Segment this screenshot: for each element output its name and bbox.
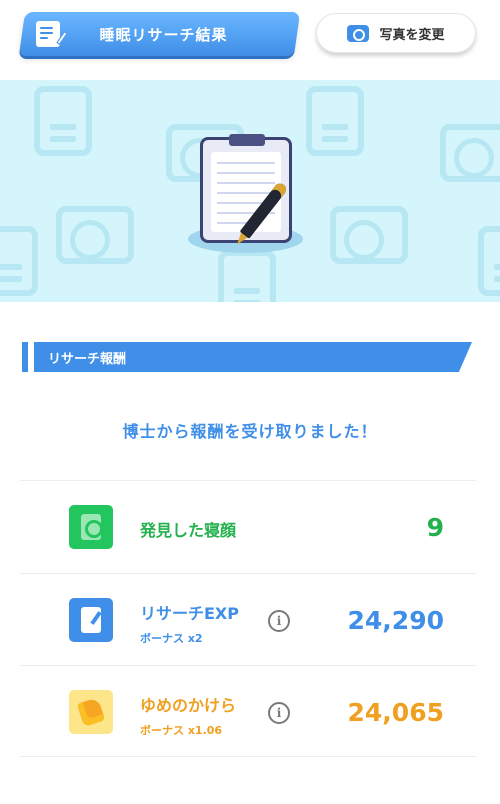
- reward-bonus: ボーナス x2: [140, 632, 203, 645]
- reward-bonus: ボーナス x1.06: [140, 724, 223, 737]
- change-photo-label: 写真を変更: [379, 27, 445, 43]
- reward-value: 24,065: [347, 698, 444, 727]
- change-photo-button[interactable]: 写真を変更: [316, 13, 476, 53]
- sleep-face-icon: [69, 505, 113, 549]
- background-card-icon: [56, 206, 134, 264]
- background-document-icon: [0, 226, 38, 296]
- reward-label: ゆめのかけら: [140, 696, 237, 715]
- background-card-icon: [330, 206, 408, 264]
- background-document-icon: [218, 250, 276, 302]
- reward-value: 9: [426, 513, 444, 542]
- reward-label: リサーチEXP: [140, 604, 239, 623]
- background-document-icon: [34, 86, 92, 156]
- section-title: リサーチ報酬: [48, 352, 127, 367]
- reward-message: 博士から報酬を受け取りました！: [122, 422, 378, 441]
- camera-icon: [347, 24, 370, 42]
- section-header: リサーチ報酬: [22, 342, 472, 372]
- reward-row-sleep-faces: 発見した寝顔 9: [20, 480, 476, 572]
- page-title: 睡眠リサーチ結果: [99, 25, 228, 44]
- dream-shard-icon: [69, 690, 113, 734]
- reward-label: 発見した寝顔: [140, 521, 237, 540]
- background-document-icon: [478, 226, 500, 296]
- research-exp-icon: [69, 598, 113, 642]
- header: 睡眠リサーチ結果 写真を変更: [0, 0, 500, 80]
- research-result-title-button[interactable]: 睡眠リサーチ結果: [18, 12, 301, 56]
- background-document-icon: [306, 86, 364, 156]
- background-card-icon: [440, 124, 500, 182]
- info-icon[interactable]: i: [268, 610, 290, 632]
- reward-row-research-exp: リサーチEXP ボーナス x2 i 24,290: [20, 573, 476, 665]
- reward-value: 24,290: [347, 606, 444, 635]
- info-icon[interactable]: i: [268, 702, 290, 724]
- reward-row-dream-shards: ゆめのかけら ボーナス x1.06 i 24,065: [20, 665, 476, 757]
- document-pen-icon: [36, 21, 68, 47]
